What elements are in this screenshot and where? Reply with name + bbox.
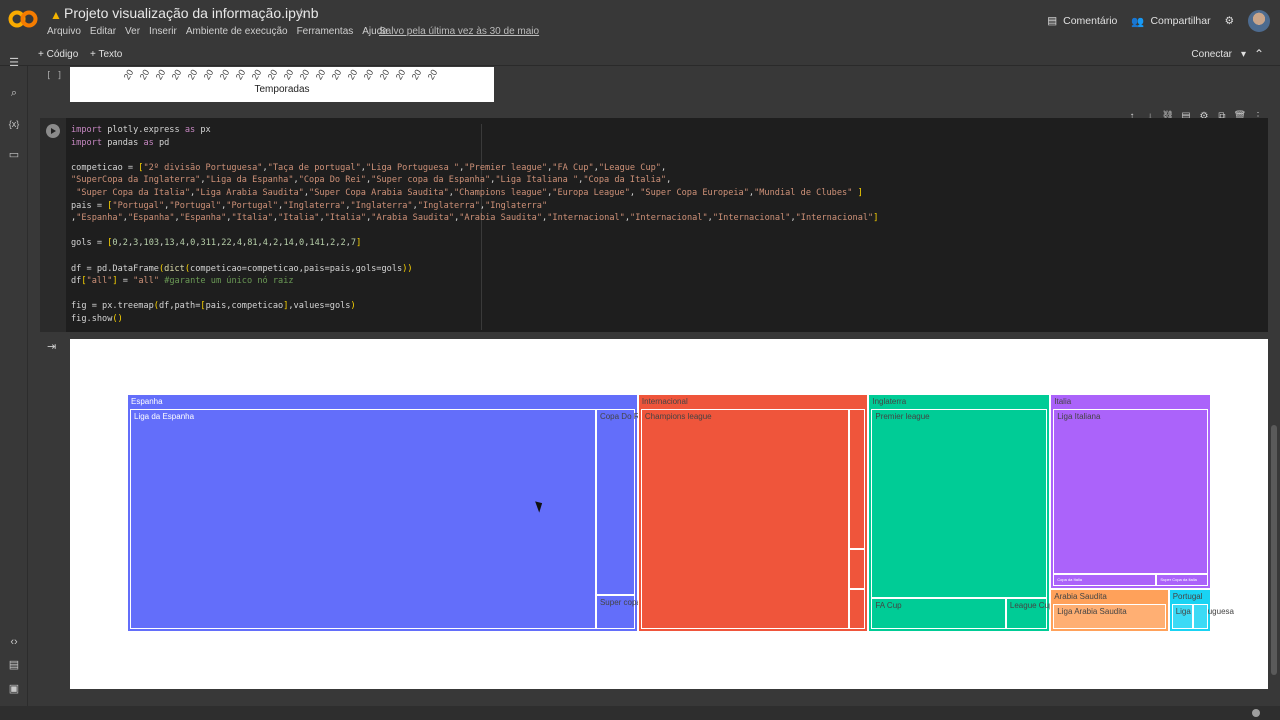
menu-item-arquivo[interactable]: Arquivo bbox=[47, 26, 81, 37]
star-icon[interactable]: ☆ bbox=[295, 5, 308, 22]
code-snippets-icon[interactable]: ‹› bbox=[7, 635, 21, 649]
code-line: import plotly.express as px bbox=[71, 125, 211, 135]
colab-window: ▲ Projeto visualização da informação.ipy… bbox=[0, 0, 1280, 720]
previous-output: 20 20 20 20 20 20 20 20 20 20 20 20 20 20 20 20 20 20 20 20… bbox=[70, 67, 494, 102]
toc-icon[interactable]: ☰ bbox=[7, 56, 21, 70]
treemap-leaf[interactable]: Super Copa da Italia bbox=[1156, 574, 1208, 587]
menu-item-editar[interactable]: Editar bbox=[90, 26, 116, 37]
treemap-leaf[interactable]: Liga Arabia Saudita bbox=[1053, 604, 1166, 629]
chevron-down-icon[interactable]: ▾ bbox=[1241, 49, 1246, 60]
treemap-leaf-label: Liga Arabia Saudita bbox=[1057, 607, 1127, 617]
colab-logo-icon[interactable] bbox=[8, 8, 38, 30]
code-line: df["all"] = "all" #garante um único nó r… bbox=[71, 276, 294, 287]
last-saved-link[interactable]: Salvo pela última vez às 30 de maio bbox=[379, 26, 539, 37]
menu-item-ferramentas[interactable]: Ferramentas bbox=[297, 26, 354, 37]
treemap-group-portugal-label: Portugal bbox=[1172, 592, 1203, 602]
scrollbar[interactable] bbox=[1271, 425, 1277, 675]
search-icon[interactable]: ⌕ bbox=[7, 86, 21, 100]
code-line: fig = px.treemap(df,path=[pais,competica… bbox=[71, 301, 356, 312]
notebook-title[interactable]: Projeto visualização da informação.ipynb bbox=[64, 5, 318, 21]
add-text-button[interactable]: + Texto bbox=[90, 49, 122, 60]
treemap-leaf[interactable]: Liga da Espanha bbox=[130, 409, 596, 629]
treemap-group-inglaterra-label: Inglaterra bbox=[872, 397, 907, 406]
code-line: gols = [0,2,3,103,13,4,0,311,22,4,81,4,2… bbox=[71, 238, 362, 249]
menu-item-inserir[interactable]: Inserir bbox=[149, 26, 177, 37]
treemap-group-espanha-label: Espanha bbox=[131, 397, 163, 406]
code-line: pais = ["Portugal","Portugal","Portugal"… bbox=[71, 200, 548, 211]
variables-icon[interactable]: {x} bbox=[7, 117, 21, 131]
cell-gutter bbox=[40, 118, 66, 332]
comment-label: Comentário bbox=[1063, 15, 1118, 27]
x-axis-label: Temporadas bbox=[254, 84, 310, 95]
treemap-leaf[interactable] bbox=[849, 589, 866, 629]
treemap-leaf[interactable] bbox=[849, 549, 866, 589]
treemap-leaf-label: Liga da Espanha bbox=[134, 412, 195, 421]
top-bar: ▲ Projeto visualização da informação.ipy… bbox=[0, 0, 1280, 44]
share-icon: 👥 bbox=[1131, 15, 1145, 28]
comment-button[interactable]: ▤ Comentário bbox=[1047, 15, 1117, 27]
code-line: "Super Copa da Italia","Liga Arabia Saud… bbox=[76, 187, 863, 198]
treemap-leaf[interactable]: Super copa da Espanha bbox=[595, 595, 686, 629]
code-line: "SuperCopa da Inglaterra","Liga da Espan… bbox=[71, 175, 672, 186]
menu-bar: Arquivo Editar Ver Inserir Ambiente de e… bbox=[47, 26, 388, 37]
code-editor[interactable]: import plotly.express as px import pandas… bbox=[71, 124, 878, 326]
treemap-leaf-label: Liga Italiana bbox=[1057, 412, 1101, 421]
run-cell-button[interactable] bbox=[46, 124, 60, 138]
treemap-leaf-label: League Cup bbox=[1009, 600, 1054, 610]
treemap-leaf[interactable]: FA Cup bbox=[871, 597, 1006, 629]
chevron-up-icon[interactable]: ⌃ bbox=[1254, 47, 1264, 61]
left-rail: ☰ ⌕ {x} ▭ ‹› ▤ ▣ bbox=[0, 57, 28, 706]
menu-item-ambiente[interactable]: Ambiente de execução bbox=[186, 26, 288, 37]
treemap-leaf-label: Premier league bbox=[875, 412, 930, 421]
treemap-leaf-label: FA Cup bbox=[875, 600, 902, 610]
treemap-chart[interactable]: Espanha Liga da Espanha Copa Do Rei Super c… bbox=[127, 394, 1234, 632]
treemap-group-arabia-saudita-label: Arabia Saudita bbox=[1054, 592, 1107, 602]
status-bar bbox=[0, 706, 1280, 720]
output-menu-icon[interactable]: ⇥ bbox=[47, 340, 56, 353]
share-button[interactable]: 👥 Compartilhar bbox=[1131, 15, 1210, 28]
treemap-leaf[interactable]: League Cup bbox=[1005, 597, 1053, 629]
code-line: fig.show() bbox=[71, 313, 123, 324]
code-line: ,"Espanha","Espanha","Espanha","Italia",… bbox=[71, 213, 879, 224]
share-label: Compartilhar bbox=[1150, 15, 1211, 27]
treemap-leaf[interactable]: Liga Portuguesa bbox=[1171, 604, 1234, 629]
treemap-leaf[interactable] bbox=[849, 409, 866, 549]
treemap-leaf[interactable]: Champions league bbox=[640, 409, 850, 629]
connect-button[interactable]: Conectar bbox=[1191, 49, 1232, 60]
treemap-leaf[interactable]: Liga Italiana bbox=[1053, 409, 1208, 575]
terminal-icon[interactable]: ▣ bbox=[7, 682, 21, 696]
menu-item-ver[interactable]: Ver bbox=[125, 26, 140, 37]
treemap-leaf[interactable]: Premier league bbox=[871, 409, 1048, 598]
treemap-group-internacional-label: Internacional bbox=[641, 397, 688, 406]
code-line: competicao = ["2º divisão Portuguesa","T… bbox=[71, 162, 667, 173]
treemap-leaf-label: Super Copa da Italia bbox=[1160, 577, 1197, 583]
command-palette-icon[interactable]: ▤ bbox=[7, 658, 21, 672]
drive-icon[interactable]: ▲ bbox=[50, 8, 62, 22]
gear-icon[interactable]: ⚙ bbox=[1225, 15, 1234, 27]
treemap-group-italia-label: Italia bbox=[1054, 397, 1072, 406]
add-code-button[interactable]: + Código bbox=[38, 49, 78, 60]
folder-icon[interactable]: ▭ bbox=[7, 148, 21, 162]
top-right-actions: ▤ Comentário 👥 Compartilhar ⚙ bbox=[1047, 10, 1270, 32]
code-line: df = pd.DataFrame(dict(competicao=compet… bbox=[71, 263, 413, 274]
status-indicator bbox=[1252, 709, 1260, 717]
treemap-leaf[interactable]: Copa da Italia bbox=[1053, 574, 1157, 587]
notebook-toolbar: + Código + Texto Conectar ▾ ⌃ bbox=[0, 44, 1280, 66]
treemap-leaf[interactable]: Copa Do Rei bbox=[595, 409, 646, 596]
x-tick-labels: 20 20 20 20 20 20 20 20 20 20 20 20 20 20 20 20 20 20 20 20 bbox=[121, 67, 440, 82]
cell-execution-count: [ ] bbox=[46, 71, 63, 81]
code-line: import pandas as pd bbox=[71, 137, 170, 148]
treemap-leaf-label: Copa da Italia bbox=[1057, 577, 1082, 583]
treemap-leaf[interactable] bbox=[1193, 604, 1208, 629]
treemap-leaf-label: Champions league bbox=[644, 412, 712, 421]
comment-icon: ▤ bbox=[1047, 15, 1058, 27]
avatar[interactable] bbox=[1248, 10, 1270, 32]
